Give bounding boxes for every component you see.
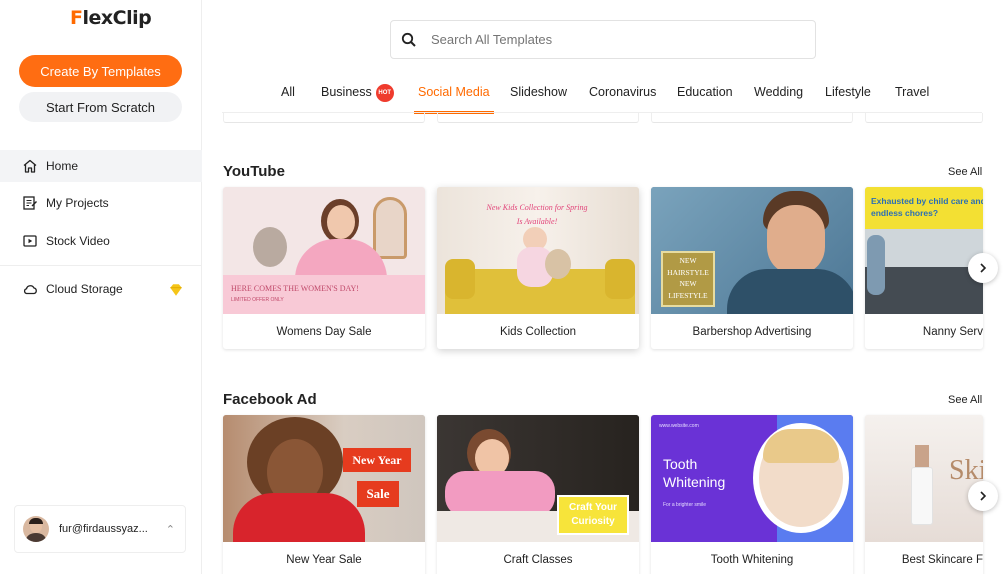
logo-text: lexClip	[82, 7, 152, 29]
thumbnail-overlay-text: HERE COMES THE WOMEN'S DAY!	[231, 284, 359, 293]
sidebar-item-label: Cloud Storage	[46, 282, 123, 296]
section-title-youtube: YouTube	[223, 163, 285, 180]
tab-social-media[interactable]: Social Media	[414, 83, 494, 114]
tab-wedding[interactable]: Wedding	[754, 83, 803, 113]
template-thumbnail: New Kids Collection for Spring Is Availa…	[437, 187, 639, 314]
tab-coronavirus[interactable]: Coronavirus	[589, 83, 656, 113]
see-all-facebook-link[interactable]: See All	[948, 394, 982, 406]
search-input[interactable]	[431, 32, 791, 47]
see-all-youtube-link[interactable]: See All	[948, 166, 982, 178]
card-peek	[223, 113, 425, 123]
sidebar-item-my-projects[interactable]: My Projects	[0, 187, 202, 219]
template-thumbnail: Exhausted by child care and endless chor…	[865, 187, 983, 314]
sidebar-item-label: Stock Video	[46, 234, 110, 248]
template-card-kids-collection[interactable]: New Kids Collection for Spring Is Availa…	[437, 187, 639, 349]
projects-icon	[21, 194, 39, 212]
thumbnail-overlay-subtext: Is Available!	[516, 217, 558, 226]
tab-label: Business	[321, 85, 372, 99]
template-thumbnail: Craft Your Curiosity	[437, 415, 639, 542]
template-thumbnail: HERE COMES THE WOMEN'S DAY! LIMITED OFFE…	[223, 187, 425, 314]
template-card-label: Womens Day Sale	[276, 325, 372, 338]
card-peek	[865, 113, 983, 123]
template-card-label: Kids Collection	[499, 325, 577, 338]
thumbnail-overlay-text: Tooth Whitening	[663, 456, 726, 490]
sidebar-item-label: Home	[46, 159, 79, 173]
search-icon	[401, 32, 416, 47]
template-card-womens-day-sale[interactable]: HERE COMES THE WOMEN'S DAY! LIMITED OFFE…	[223, 187, 425, 349]
template-thumbnail: www.website.com Tooth Whitening For a br…	[651, 415, 853, 542]
thumbnail-site-text: www.website.com	[659, 423, 699, 429]
card-peek	[651, 113, 853, 123]
carousel-next-button[interactable]	[968, 253, 998, 283]
home-icon	[21, 157, 39, 175]
card-peek	[437, 113, 639, 123]
tab-slideshow[interactable]: Slideshow	[510, 83, 567, 113]
template-card-nanny-services[interactable]: Exhausted by child care and endless chor…	[865, 187, 983, 349]
template-card-label: Best Skincare F	[901, 553, 983, 566]
template-card-label: Barbershop Advertising	[692, 325, 812, 338]
chevron-right-icon	[980, 263, 987, 273]
template-card-best-skincare[interactable]: Ski Best Skincare F	[865, 415, 983, 574]
template-card-label: Tooth Whitening	[710, 553, 794, 566]
template-card-tooth-whitening[interactable]: www.website.com Tooth Whitening For a br…	[651, 415, 853, 574]
thumbnail-overlay-text: Exhausted by child care and endless chor…	[871, 196, 983, 218]
flexclip-logo[interactable]: FlexClip	[70, 7, 152, 29]
tab-lifestyle[interactable]: Lifestyle	[825, 83, 871, 113]
chevron-right-icon	[980, 491, 987, 501]
template-card-barbershop-advertising[interactable]: NEW HAIRSTYLE NEW LIFESTYLE Barbershop A…	[651, 187, 853, 349]
tab-all[interactable]: All	[281, 83, 295, 113]
template-thumbnail: New Year Sale	[223, 415, 425, 542]
carousel-next-button[interactable]	[968, 481, 998, 511]
video-icon	[21, 232, 39, 250]
thumbnail-overlay-subtext: Sale	[357, 481, 399, 507]
diamond-icon	[170, 284, 182, 296]
sidebar-divider	[0, 265, 202, 266]
tab-business[interactable]: Business HOT	[321, 83, 394, 113]
template-card-label: Nanny Serv	[922, 325, 983, 338]
template-thumbnail: NEW HAIRSTYLE NEW LIFESTYLE	[651, 187, 853, 314]
user-email: fur@firdaussyaz...	[59, 523, 148, 535]
section-title-facebook-ad: Facebook Ad	[223, 391, 317, 408]
sidebar-item-label: My Projects	[46, 196, 109, 210]
user-account-menu[interactable]: fur@firdaussyaz... ⌃	[14, 505, 186, 553]
avatar	[23, 516, 49, 542]
sidebar-item-home[interactable]: Home	[0, 150, 202, 182]
template-card-craft-classes[interactable]: Craft Your Curiosity Craft Classes	[437, 415, 639, 574]
chevron-up-icon: ⌃	[165, 524, 175, 536]
search-bar	[390, 20, 816, 59]
template-card-label: New Year Sale	[286, 553, 362, 566]
hot-badge: HOT	[375, 83, 394, 102]
sidebar-item-cloud-storage[interactable]: Cloud Storage	[0, 273, 202, 305]
category-tabs: All Business HOT Social Media Slideshow C…	[0, 83, 1007, 114]
template-card-label: Craft Classes	[503, 553, 573, 566]
thumbnail-overlay-text: New Year	[343, 448, 411, 472]
template-card-new-year-sale[interactable]: New Year Sale New Year Sale	[223, 415, 425, 574]
thumbnail-overlay-text: New Kids Collection for Spring	[486, 203, 588, 212]
cloud-icon	[21, 280, 39, 298]
logo-mark: F	[70, 7, 83, 29]
thumbnail-overlay-text: NEW HAIRSTYLE NEW LIFESTYLE	[667, 256, 709, 300]
tab-travel[interactable]: Travel	[895, 83, 929, 113]
template-thumbnail: Ski	[865, 415, 983, 542]
sidebar-item-stock-video[interactable]: Stock Video	[0, 225, 202, 257]
tab-education[interactable]: Education	[677, 83, 733, 113]
thumbnail-overlay-text: Craft Your Curiosity	[569, 502, 617, 527]
thumbnail-overlay-subtext: LIMITED OFFER ONLY	[231, 297, 284, 303]
thumbnail-overlay-subtext: For a brighter smile	[663, 502, 707, 508]
